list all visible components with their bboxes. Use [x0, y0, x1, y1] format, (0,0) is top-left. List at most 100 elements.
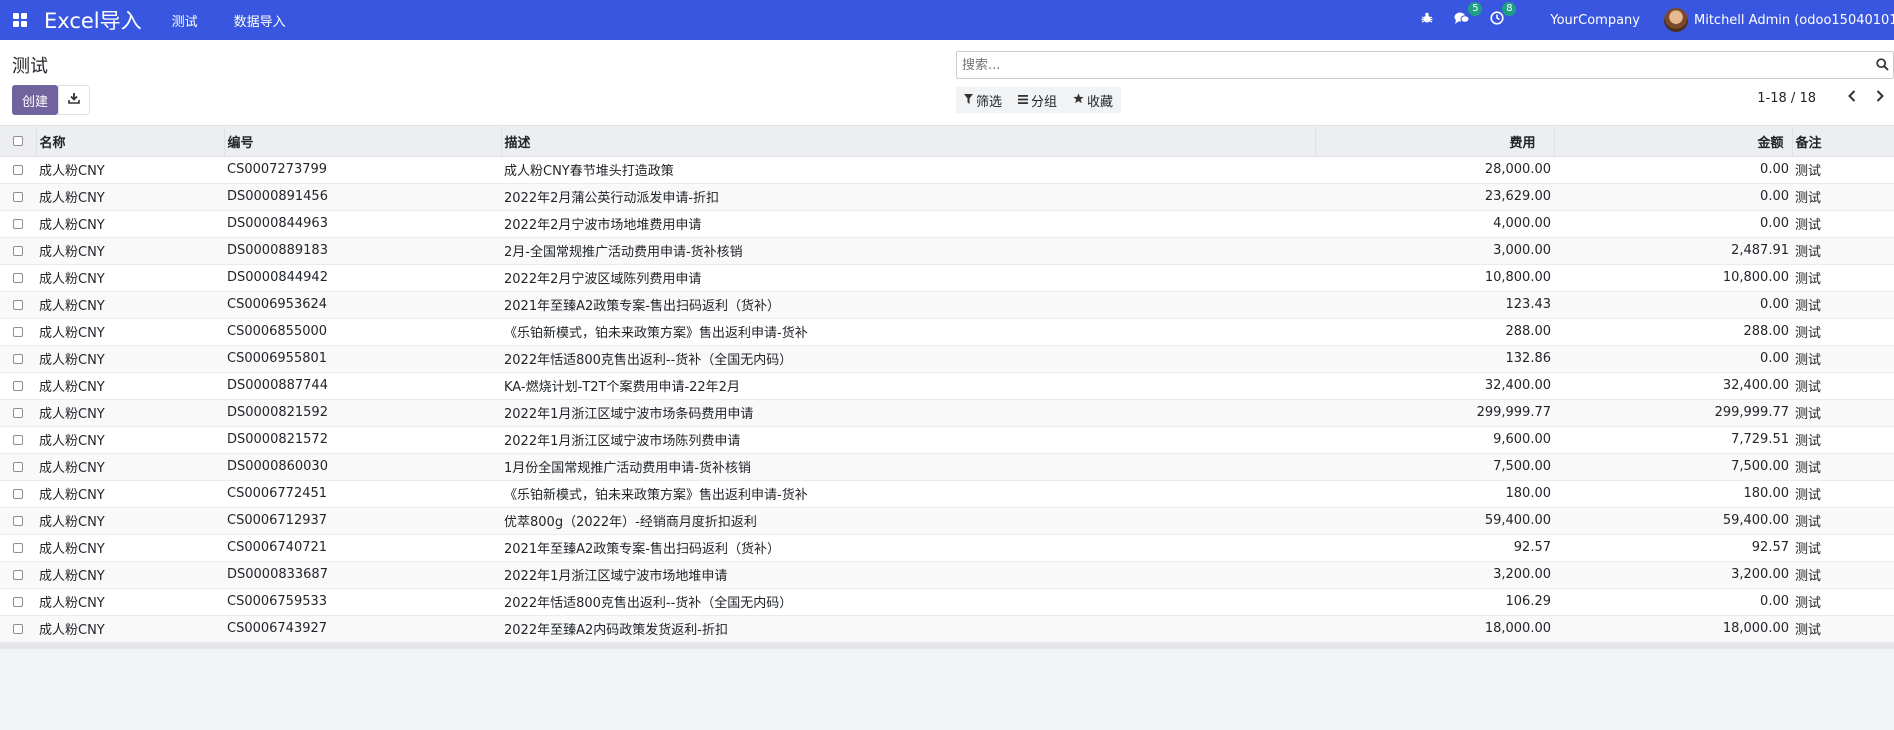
row-checkbox[interactable]: [13, 245, 23, 256]
cell-notes[interactable]: 测试: [1792, 399, 1894, 427]
table-row[interactable]: 成人粉CNY DS0000860030 1月份全国常规推广活动费用申请-货补核销 7,…: [0, 453, 1894, 481]
table-row[interactable]: 成人粉CNY CS0006855000 《乐铂新模式，铂未来政策方案》售出返利申请-…: [0, 318, 1894, 346]
cell-cost[interactable]: 32,400.00: [1315, 372, 1554, 400]
cell-amount[interactable]: 180.00: [1554, 480, 1792, 508]
table-row[interactable]: 成人粉CNY DS0000821592 2022年1月浙江区域宁波市场条码费用申请 2…: [0, 399, 1894, 427]
cell-cost[interactable]: 18,000.00: [1315, 615, 1554, 643]
row-checkbox[interactable]: [13, 299, 23, 310]
cell-name[interactable]: 成人粉CNY: [36, 615, 224, 643]
cell-code[interactable]: CS0006955801: [224, 345, 501, 373]
row-checkbox[interactable]: [13, 515, 23, 526]
cell-amount[interactable]: 2,487.91: [1554, 237, 1792, 265]
cell-code[interactable]: CS0006740721: [224, 534, 501, 562]
cell-code[interactable]: CS0006759533: [224, 588, 501, 616]
cell-name[interactable]: 成人粉CNY: [36, 534, 224, 562]
row-checkbox[interactable]: [13, 164, 23, 175]
cell-description[interactable]: 2022年2月蒲公英行动派发申请-折扣: [501, 183, 1315, 211]
row-checkbox[interactable]: [13, 488, 23, 499]
cell-code[interactable]: CS0006953624: [224, 291, 501, 319]
cell-code[interactable]: DS0000821592: [224, 399, 501, 427]
table-row[interactable]: 成人粉CNY DS0000821572 2022年1月浙江区域宁波市场陈列费申请 9,…: [0, 426, 1894, 454]
row-checkbox[interactable]: [13, 272, 23, 283]
cell-notes[interactable]: 测试: [1792, 318, 1894, 346]
row-checkbox[interactable]: [13, 353, 23, 364]
cell-name[interactable]: 成人粉CNY: [36, 480, 224, 508]
cell-code[interactable]: CS0006743927: [224, 615, 501, 643]
company-switcher[interactable]: YourCompany: [1550, 13, 1640, 28]
cell-amount[interactable]: 59,400.00: [1554, 507, 1792, 535]
cell-amount[interactable]: 7,500.00: [1554, 453, 1792, 481]
cell-name[interactable]: 成人粉CNY: [36, 588, 224, 616]
cell-name[interactable]: 成人粉CNY: [36, 453, 224, 481]
pager-value[interactable]: 1-18 / 18: [1757, 91, 1816, 106]
cell-description[interactable]: 2月-全国常规推广活动费用申请-货补核销: [501, 237, 1315, 265]
table-row[interactable]: 成人粉CNY CS0006743927 2022年至臻A2内码政策发货返利-折扣 18…: [0, 615, 1894, 643]
row-checkbox[interactable]: [13, 569, 23, 580]
table-row[interactable]: 成人粉CNY CS0006712937 优萃800g（2022年）-经销商月度折扣返…: [0, 507, 1894, 535]
search-input[interactable]: [957, 52, 1893, 78]
cell-description[interactable]: 《乐铂新模式，铂未来政策方案》售出返利申请-货补: [501, 480, 1315, 508]
cell-name[interactable]: 成人粉CNY: [36, 561, 224, 589]
row-checkbox[interactable]: [13, 542, 23, 553]
cell-description[interactable]: 2022年1月浙江区域宁波市场地堆申请: [501, 561, 1315, 589]
cell-description[interactable]: 1月份全国常规推广活动费用申请-货补核销: [501, 453, 1315, 481]
debug-bug-icon[interactable]: [1420, 11, 1434, 29]
cell-cost[interactable]: 299,999.77: [1315, 399, 1554, 427]
cell-cost[interactable]: 288.00: [1315, 318, 1554, 346]
cell-cost[interactable]: 106.29: [1315, 588, 1554, 616]
cell-name[interactable]: 成人粉CNY: [36, 507, 224, 535]
cell-description[interactable]: 2022年恬适800克售出返利--货补（全国无内码）: [501, 345, 1315, 373]
export-download-button[interactable]: [58, 85, 90, 115]
cell-amount[interactable]: 0.00: [1554, 588, 1792, 616]
column-header-cost[interactable]: 费用: [1315, 127, 1555, 157]
cell-description[interactable]: 2022年2月宁波市场地堆费用申请: [501, 210, 1315, 238]
row-checkbox[interactable]: [13, 326, 23, 337]
apps-menu-icon[interactable]: [0, 0, 40, 40]
cell-name[interactable]: 成人粉CNY: [36, 264, 224, 292]
cell-cost[interactable]: 9,600.00: [1315, 426, 1554, 454]
cell-name[interactable]: 成人粉CNY: [36, 183, 224, 211]
cell-amount[interactable]: 299,999.77: [1554, 399, 1792, 427]
cell-cost[interactable]: 123.43: [1315, 291, 1554, 319]
cell-cost[interactable]: 3,200.00: [1315, 561, 1554, 589]
favorites-button[interactable]: 收藏: [1065, 87, 1121, 113]
table-row[interactable]: 成人粉CNY CS0006955801 2022年恬适800克售出返利--货补（全国…: [0, 345, 1894, 373]
table-row[interactable]: 成人粉CNY DS0000833687 2022年1月浙江区域宁波市场地堆申请 3,2…: [0, 561, 1894, 589]
cell-notes[interactable]: 测试: [1792, 480, 1894, 508]
cell-code[interactable]: DS0000860030: [224, 453, 501, 481]
column-header-amount[interactable]: 金额: [1554, 127, 1793, 157]
cell-cost[interactable]: 23,629.00: [1315, 183, 1554, 211]
column-header-name[interactable]: 名称: [36, 127, 225, 157]
cell-cost[interactable]: 180.00: [1315, 480, 1554, 508]
cell-description[interactable]: 2021年至臻A2政策专案-售出扫码返利（货补）: [501, 291, 1315, 319]
cell-code[interactable]: DS0000889183: [224, 237, 501, 265]
menu-item-data-import[interactable]: 数据导入: [234, 11, 286, 30]
cell-amount[interactable]: 0.00: [1554, 156, 1792, 184]
column-header-notes[interactable]: 备注: [1792, 127, 1894, 157]
cell-notes[interactable]: 测试: [1792, 291, 1894, 319]
column-header-code[interactable]: 编号: [224, 127, 502, 157]
activities-clock-icon[interactable]: 8: [1490, 2, 1517, 29]
cell-cost[interactable]: 3,000.00: [1315, 237, 1554, 265]
row-checkbox[interactable]: [13, 461, 23, 472]
cell-notes[interactable]: 测试: [1792, 615, 1894, 643]
table-row[interactable]: 成人粉CNY DS0000891456 2022年2月蒲公英行动派发申请-折扣 23,…: [0, 183, 1894, 211]
cell-amount[interactable]: 32,400.00: [1554, 372, 1792, 400]
app-brand[interactable]: Excel导入: [44, 5, 142, 35]
row-checkbox[interactable]: [13, 380, 23, 391]
cell-name[interactable]: 成人粉CNY: [36, 156, 224, 184]
cell-code[interactable]: DS0000821572: [224, 426, 501, 454]
cell-cost[interactable]: 4,000.00: [1315, 210, 1554, 238]
cell-description[interactable]: 2021年至臻A2政策专案-售出扫码返利（货补）: [501, 534, 1315, 562]
cell-name[interactable]: 成人粉CNY: [36, 372, 224, 400]
table-row[interactable]: 成人粉CNY DS0000887744 KA-燃烧计划-T2T个案费用申请-22年2…: [0, 372, 1894, 400]
select-all-checkbox[interactable]: [12, 136, 23, 147]
cell-description[interactable]: 成人粉CNY春节堆头打造政策: [501, 156, 1315, 184]
cell-code[interactable]: DS0000887744: [224, 372, 501, 400]
create-button[interactable]: 创建: [12, 85, 58, 115]
cell-notes[interactable]: 测试: [1792, 372, 1894, 400]
table-row[interactable]: 成人粉CNY CS0007273799 成人粉CNY春节堆头打造政策 28,000.0…: [0, 156, 1894, 184]
cell-notes[interactable]: 测试: [1792, 588, 1894, 616]
cell-description[interactable]: 2022年1月浙江区域宁波市场陈列费申请: [501, 426, 1315, 454]
cell-name[interactable]: 成人粉CNY: [36, 426, 224, 454]
